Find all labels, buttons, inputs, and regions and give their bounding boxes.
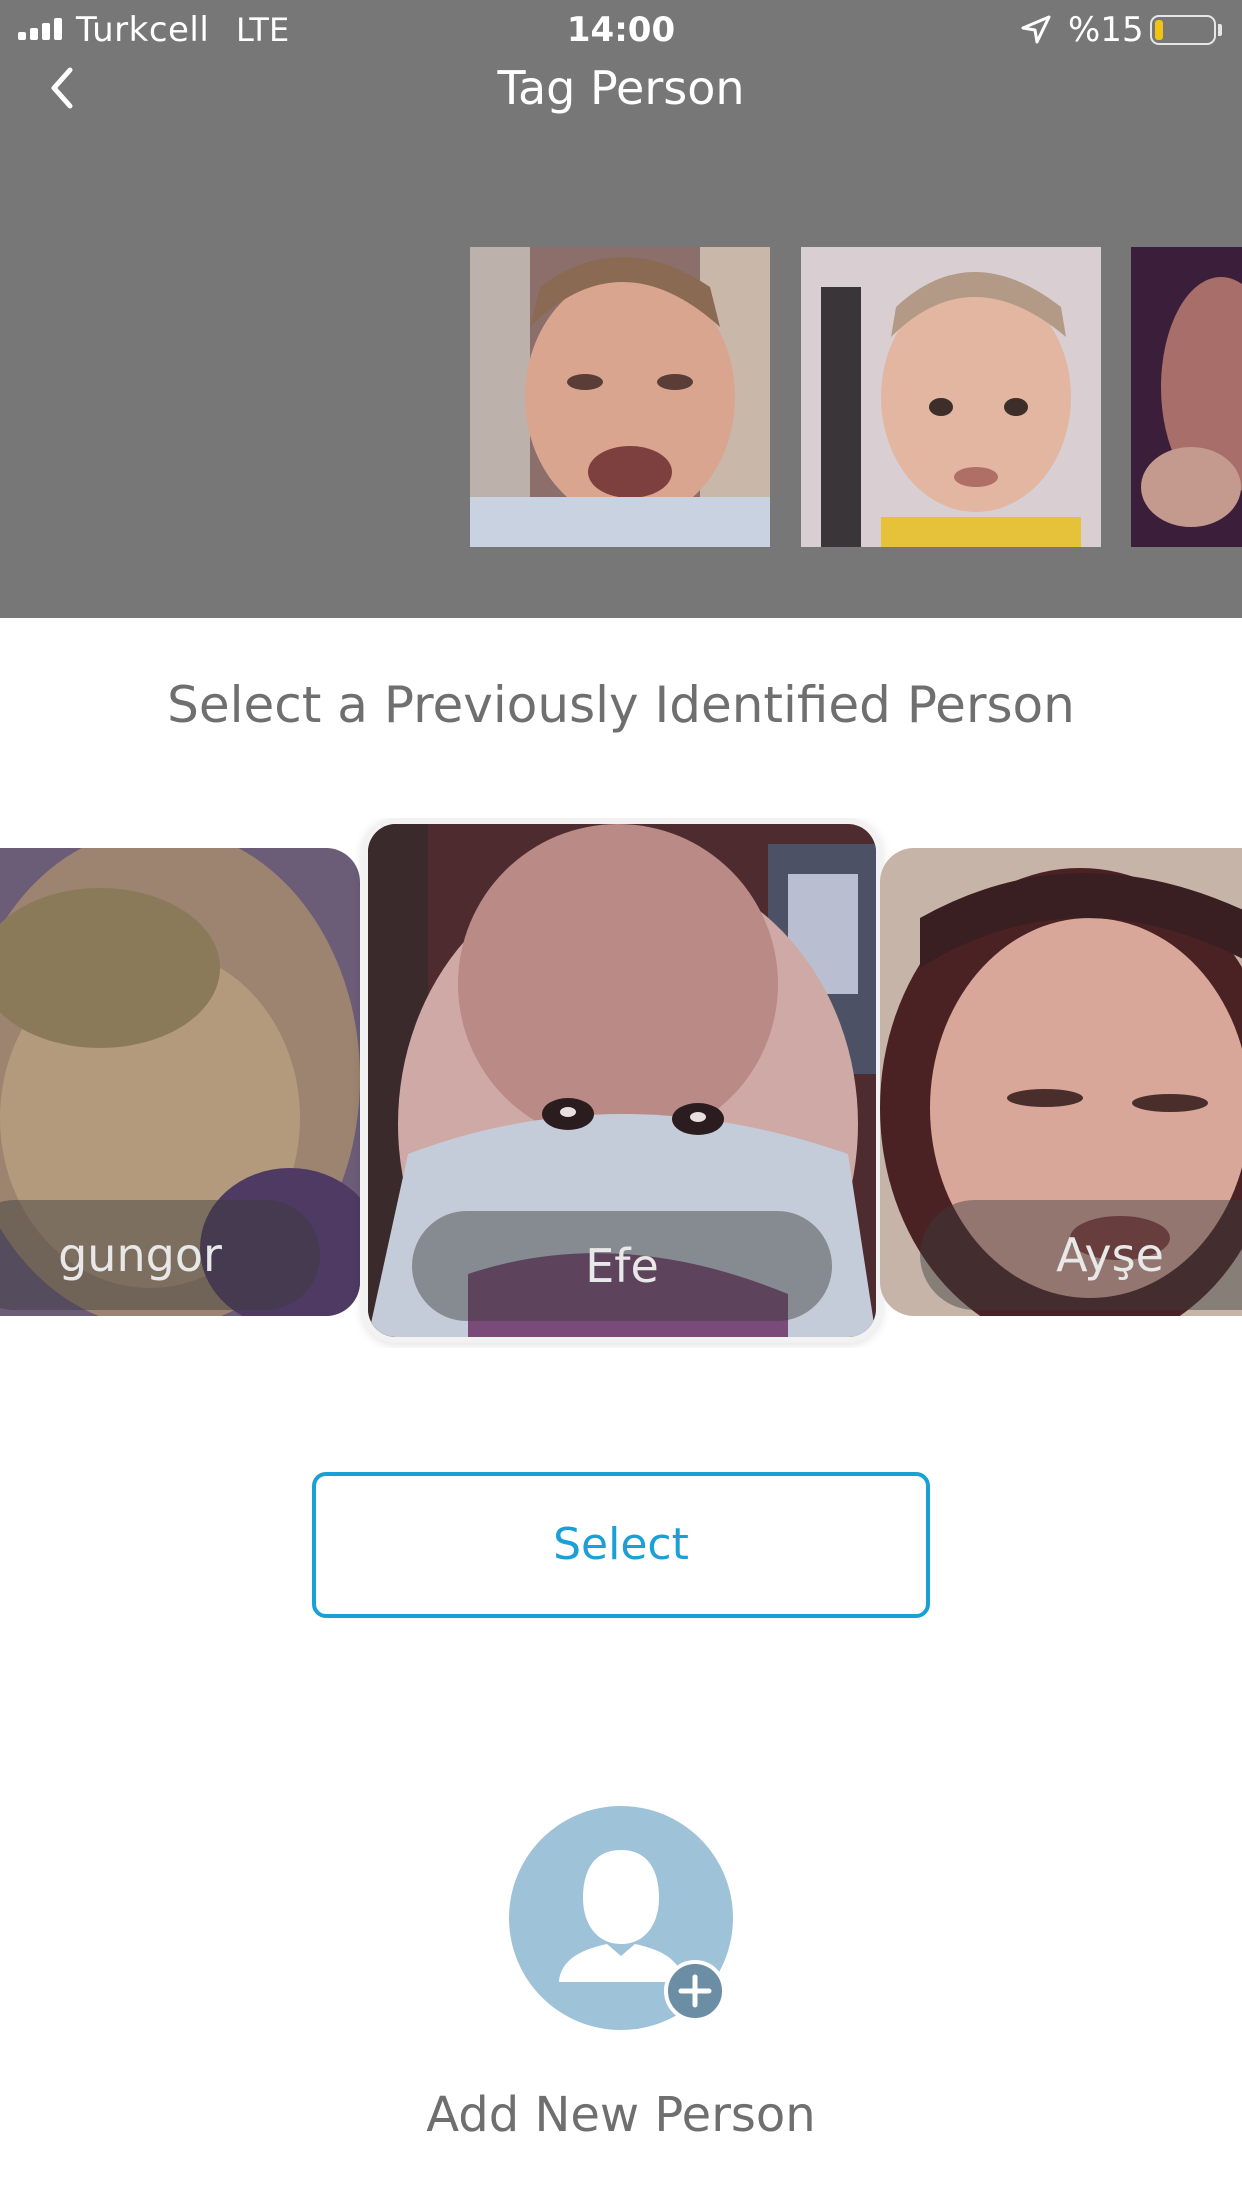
header-area: Turkcell LTE 14:00 %15 Tag Person — [0, 0, 1242, 618]
person-card-gungor[interactable]: gungor — [0, 848, 360, 1316]
battery-icon — [1150, 15, 1216, 45]
person-card-efe[interactable]: Efe — [362, 818, 882, 1343]
battery-cap — [1218, 24, 1222, 36]
add-new-person-label[interactable]: Add New Person — [0, 2080, 1242, 2150]
status-bar: Turkcell LTE 14:00 %15 — [0, 0, 1242, 60]
detected-faces-strip[interactable] — [0, 247, 1242, 547]
plus-icon — [678, 1974, 712, 2008]
person-card-ayse[interactable]: Ayşe — [880, 848, 1242, 1316]
person-name-label: Efe — [412, 1211, 832, 1321]
detected-face-thumbnail[interactable] — [801, 247, 1101, 547]
page-title: Tag Person — [497, 61, 745, 115]
status-time: 14:00 — [566, 10, 676, 50]
person-name-label: Ayşe — [920, 1200, 1242, 1310]
people-carousel[interactable]: gungor Efe Ayşe — [0, 818, 1242, 1348]
tag-person-screen: Turkcell LTE 14:00 %15 Tag Person Select… — [0, 0, 1242, 2208]
battery-level-fill — [1155, 20, 1163, 40]
add-plus-icon[interactable] — [664, 1960, 726, 2022]
select-button[interactable]: Select — [312, 1472, 930, 1618]
person-name-label: gungor — [0, 1200, 320, 1310]
section-heading: Select a Previously Identified Person — [167, 676, 1075, 734]
battery-percentage: %15 — [1068, 10, 1144, 50]
detected-face-thumbnail[interactable] — [470, 247, 770, 547]
location-arrow-icon — [1021, 15, 1051, 44]
detected-face-thumbnail[interactable] — [1131, 247, 1242, 547]
